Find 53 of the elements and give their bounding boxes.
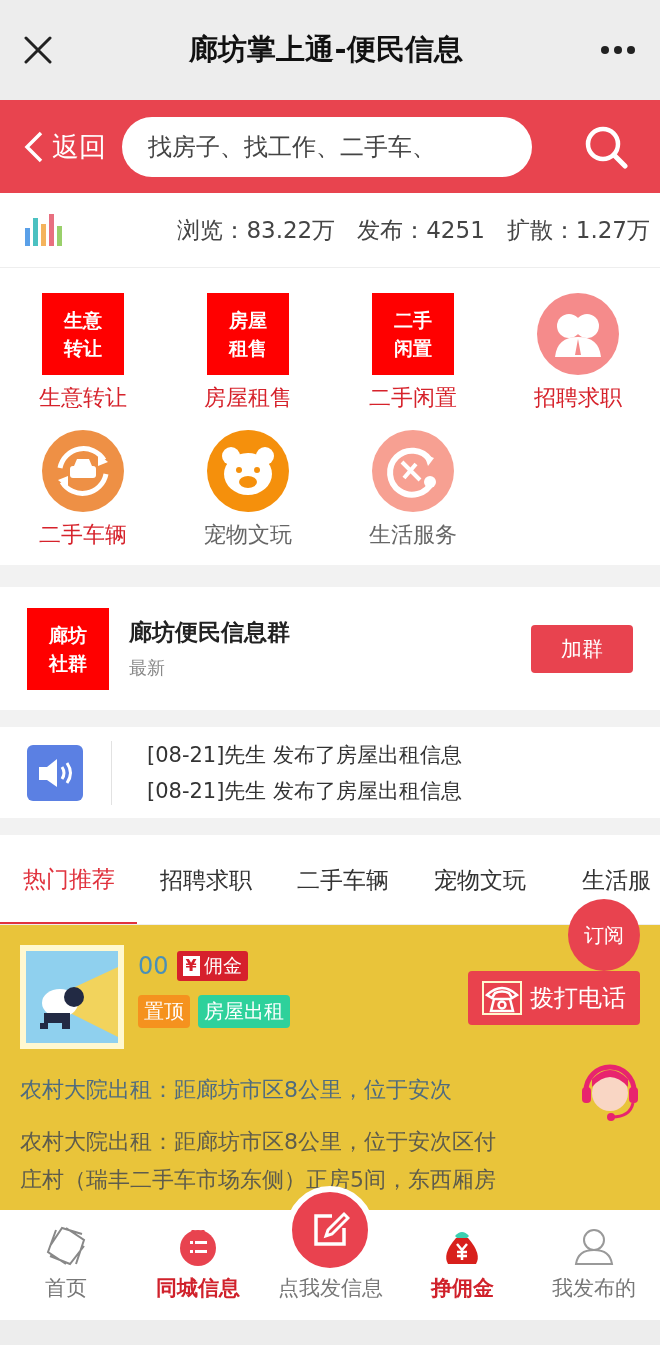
listing-title[interactable]: 农村大院出租：距廊坊市区8公里，位于安次 <box>20 1075 452 1105</box>
bear-icon[interactable] <box>206 430 289 512</box>
category-label[interactable]: 二手闲置 <box>368 383 457 413</box>
stat-text: 浏览：83.22万 <box>177 215 336 245</box>
nav-label[interactable]: 首页 <box>45 1274 87 1302</box>
category-tile[interactable]: 生意转让 <box>41 293 124 375</box>
category-label[interactable]: 生活服务 <box>368 520 457 550</box>
commission-label: 佣金 <box>203 953 242 978</box>
more-icon[interactable] <box>600 45 636 55</box>
back-button[interactable]: 返回 <box>24 128 106 165</box>
people-icon[interactable] <box>536 293 619 375</box>
category-label[interactable]: 招聘求职 <box>533 383 622 413</box>
category-tab[interactable]: 招聘求职 <box>137 863 274 896</box>
category-label[interactable]: 宠物文玩 <box>203 520 292 550</box>
news-item[interactable]: [08-21]先生 发布了房屋出租信息 <box>147 740 463 769</box>
search-field[interactable]: 找房子、找工作、二手车、 <box>122 116 532 177</box>
category-tab[interactable]: 二手车辆 <box>274 863 411 896</box>
join-button[interactable]: 加群 <box>531 624 633 673</box>
stat-text: 发布：4251 <box>357 215 485 245</box>
car-icon[interactable] <box>41 430 124 512</box>
news-item[interactable]: [08-21]先生 发布了房屋出租信息 <box>147 776 463 805</box>
bar-chart-icon <box>25 214 65 246</box>
back-icon[interactable] <box>24 130 44 163</box>
listing-tag: 置顶 <box>138 995 190 1028</box>
person-icon[interactable] <box>574 1226 614 1266</box>
subscribe-button[interactable]: 订阅 <box>568 899 640 971</box>
category-label[interactable]: 生意转让 <box>38 383 127 413</box>
category-tile[interactable]: 二手闲置 <box>371 293 454 375</box>
nav-label[interactable]: 我发布的 <box>552 1274 636 1302</box>
category-tile[interactable]: 房屋租售 <box>206 293 289 375</box>
category-label[interactable]: 二手车辆 <box>38 520 127 550</box>
group-name: 廊坊便民信息群 <box>129 618 290 647</box>
window-title: 廊坊掌上通-便民信息 <box>189 31 463 68</box>
yen-icon: ¥ <box>182 956 200 976</box>
nav-label[interactable]: 同城信息 <box>156 1274 240 1302</box>
group-logo: 廊坊社群 <box>27 607 109 690</box>
listing-description: 农村大院出租：距廊坊市区8公里，位于安次区付 <box>20 1128 497 1156</box>
category-label[interactable]: 房屋租售 <box>203 383 292 413</box>
stat-text: 扩散：1.27万 <box>506 215 650 245</box>
clock-icon[interactable] <box>371 430 454 512</box>
nav-label[interactable]: 点我发信息 <box>277 1274 383 1302</box>
phone-icon[interactable] <box>482 981 522 1015</box>
speaker-icon <box>27 744 83 801</box>
nav-label[interactable]: 挣佣金 <box>430 1274 494 1302</box>
category-tab[interactable]: 宠物文玩 <box>411 863 548 896</box>
aperture-icon[interactable] <box>46 1226 86 1266</box>
search-icon[interactable] <box>584 124 628 169</box>
call-button[interactable]: 拨打电话 <box>468 971 640 1025</box>
close-icon[interactable] <box>24 36 52 64</box>
group-subtitle: 最新 <box>129 656 166 680</box>
listing-tag: 房屋出租 <box>198 995 290 1028</box>
category-tab[interactable]: 生活服 <box>548 863 660 896</box>
user-name: 00 <box>138 952 169 980</box>
